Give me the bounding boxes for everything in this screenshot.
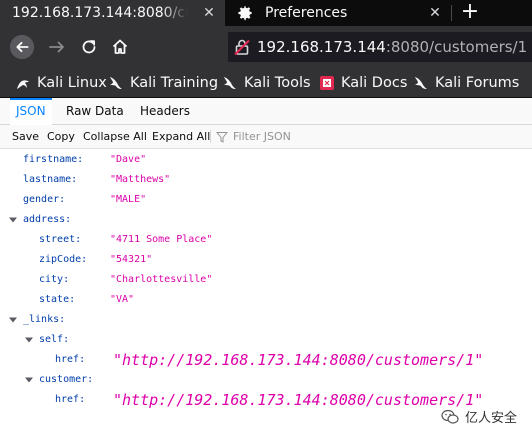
- json-value: "Matthews": [110, 174, 171, 185]
- json-key: href:: [55, 354, 86, 365]
- bookmark-kali-training[interactable]: Kali Training: [108, 71, 218, 95]
- json-key: firstname:: [23, 154, 84, 165]
- filter-funnel-icon: [216, 131, 228, 143]
- json-value: "VA": [110, 294, 135, 305]
- tab-customers[interactable]: 192.168.173.144:8080/customers/1 ✕: [0, 0, 225, 26]
- json-key: gender:: [23, 194, 66, 205]
- json-tree: firstname: "Dave" lastname: "Matthews" g…: [0, 150, 532, 439]
- json-value: "http://192.168.173.144:8080/customers/1…: [113, 391, 484, 409]
- kali-dragon-icon: [108, 75, 124, 91]
- bookmark-label: Kali Tools: [244, 75, 311, 91]
- reload-icon: [82, 40, 96, 54]
- json-key: customer:: [39, 374, 94, 385]
- json-key: href:: [55, 394, 86, 405]
- json-row-expandable[interactable]: customer:: [0, 370, 532, 390]
- url-host: 192.168.173.144: [257, 38, 386, 56]
- insecure-lock-icon[interactable]: [230, 35, 254, 59]
- bookmark-kali-linux[interactable]: Kali Linux: [15, 71, 107, 95]
- forward-button[interactable]: [44, 34, 70, 60]
- tab-separator: [451, 5, 452, 21]
- back-arrow-icon: [9, 34, 35, 60]
- json-value: "http://192.168.173.144:8080/customers/1…: [113, 351, 484, 369]
- json-row-expandable[interactable]: self:: [0, 330, 532, 350]
- json-row[interactable]: zipCode: "54321": [0, 250, 532, 270]
- expand-triangle-icon[interactable]: [9, 210, 17, 230]
- bookmarks-toolbar: Kali Linux Kali Training Kali Tools Kali…: [0, 68, 532, 98]
- json-key: street:: [39, 234, 82, 245]
- bookmark-kali-forums[interactable]: Kali Forums: [413, 71, 519, 95]
- json-row[interactable]: gender: "MALE": [0, 190, 532, 210]
- close-tab-icon[interactable]: ✕: [427, 4, 443, 22]
- watermark-text: 亿人安全: [465, 411, 518, 426]
- bookmark-label: Kali Linux: [37, 75, 107, 91]
- json-row[interactable]: state: "VA": [0, 290, 532, 310]
- kali-docs-icon: [319, 75, 335, 91]
- filter-json-input[interactable]: Filter JSON: [216, 125, 291, 148]
- json-key: address:: [23, 214, 72, 225]
- json-row[interactable]: firstname: "Dave": [0, 150, 532, 170]
- expand-triangle-icon[interactable]: [9, 310, 17, 330]
- navigation-toolbar: 192.168.173.144:8080/customers/1: [0, 26, 532, 68]
- home-icon: [112, 39, 128, 54]
- json-value: "54321": [110, 254, 153, 265]
- json-row-expandable[interactable]: _links:: [0, 310, 532, 330]
- toolbar-separator: [210, 130, 211, 143]
- new-tab-button[interactable]: +: [455, 0, 485, 26]
- watermark: 亿人安全: [441, 407, 517, 426]
- close-tab-icon[interactable]: ✕: [201, 4, 217, 22]
- collapse-all-button[interactable]: Collapse All: [83, 125, 147, 148]
- json-row[interactable]: street: "4711 Some Place": [0, 230, 532, 250]
- bookmark-kali-docs[interactable]: Kali Docs: [319, 71, 407, 95]
- json-value: "MALE": [110, 194, 147, 205]
- json-key: zipCode:: [39, 254, 88, 265]
- json-key: _links:: [23, 314, 66, 325]
- home-button[interactable]: [107, 34, 133, 60]
- forward-arrow-icon: [49, 41, 64, 53]
- kali-dragon-icon: [222, 75, 238, 91]
- json-viewer-tabs: JSON Raw Data Headers: [0, 98, 532, 125]
- json-value: "Charlottesville": [110, 274, 213, 285]
- tab-title: Preferences: [265, 5, 348, 21]
- save-button[interactable]: Save: [12, 125, 39, 148]
- tab-strip: 192.168.173.144:8080/customers/1 ✕ Prefe…: [0, 0, 532, 26]
- bookmark-label: Kali Forums: [435, 75, 520, 91]
- kali-dragon-icon: [15, 75, 31, 91]
- expand-all-button[interactable]: Expand All: [152, 125, 210, 148]
- bookmark-label: Kali Docs: [341, 75, 408, 91]
- bookmark-label: Kali Training: [130, 75, 219, 91]
- url-bar[interactable]: 192.168.173.144:8080/customers/1: [228, 32, 532, 62]
- tab-raw-data[interactable]: Raw Data: [60, 98, 130, 124]
- wechat-icon: [441, 409, 459, 425]
- tab-json[interactable]: JSON: [10, 98, 52, 125]
- json-row[interactable]: city: "Charlottesville": [0, 270, 532, 290]
- json-key: self:: [39, 334, 70, 345]
- reload-button[interactable]: [76, 34, 102, 60]
- tab-preferences[interactable]: Preferences ✕: [227, 0, 449, 26]
- json-row-expandable[interactable]: address:: [0, 210, 532, 230]
- json-row[interactable]: href: "http://192.168.173.144:8080/custo…: [0, 350, 532, 370]
- tab-headers[interactable]: Headers: [134, 98, 196, 124]
- copy-button[interactable]: Copy: [47, 125, 75, 148]
- expand-triangle-icon[interactable]: [25, 330, 33, 350]
- json-value: "4711 Some Place": [110, 234, 213, 245]
- back-button[interactable]: [9, 34, 35, 60]
- expand-triangle-icon[interactable]: [25, 370, 33, 390]
- json-row[interactable]: lastname: "Matthews": [0, 170, 532, 190]
- filter-placeholder: Filter JSON: [233, 130, 291, 143]
- url-path: :8080/customers/1: [385, 38, 528, 56]
- kali-dragon-icon: [413, 75, 429, 91]
- json-toolbar: Save Copy Collapse All Expand All Filter…: [0, 125, 532, 149]
- json-value: "Dave": [110, 154, 147, 165]
- tab-title: 192.168.173.144:8080/customers/1: [12, 5, 188, 21]
- gear-icon: [237, 5, 253, 21]
- url-text: 192.168.173.144:8080/customers/1: [257, 38, 527, 56]
- json-key: city:: [39, 274, 70, 285]
- bookmark-kali-tools[interactable]: Kali Tools: [222, 71, 311, 95]
- json-key: state:: [39, 294, 76, 305]
- json-key: lastname:: [23, 174, 78, 185]
